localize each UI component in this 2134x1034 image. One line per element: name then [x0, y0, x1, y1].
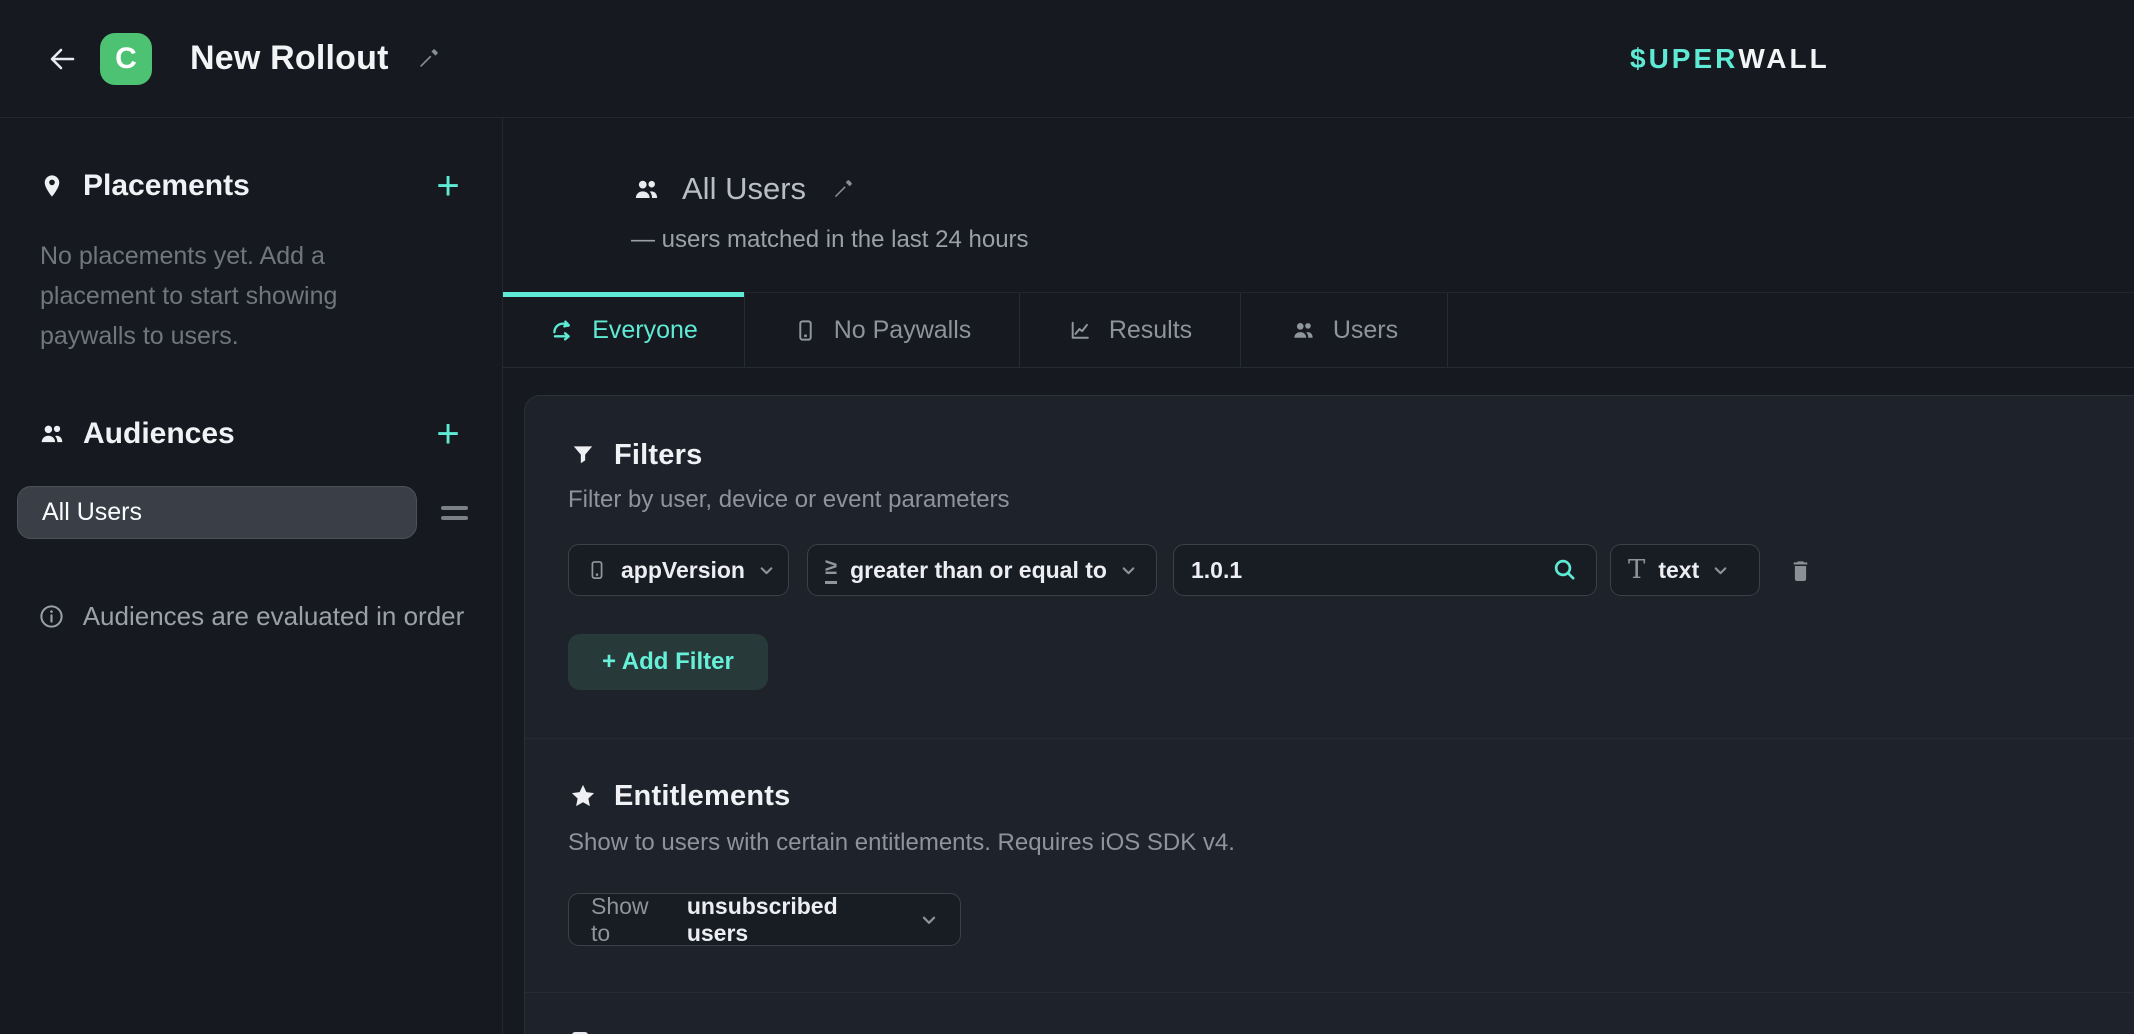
add-audience-button[interactable]: +: [431, 417, 465, 451]
tab-bar: Everyone No Paywalls Results Users: [503, 292, 2134, 368]
filter-property-value: appVersion: [621, 557, 745, 584]
back-arrow-icon: [46, 43, 78, 75]
placements-section: Placements + No placements yet. Add a pl…: [0, 164, 502, 356]
audience-list-item: All Users: [17, 486, 502, 539]
edit-title-icon[interactable]: [415, 46, 441, 72]
entitlements-section: Entitlements Show to users with certain …: [525, 739, 2134, 993]
show-to-value: unsubscribed users: [687, 893, 902, 947]
tab-bar-filler: [1448, 293, 2134, 367]
tab-label: Results: [1109, 316, 1192, 345]
tab-no-paywalls[interactable]: No Paywalls: [745, 293, 1020, 367]
audience-item-label: All Users: [42, 498, 142, 527]
audiences-title: Audiences: [83, 417, 431, 451]
users-icon: [1290, 318, 1317, 343]
add-filter-button[interactable]: + Add Filter: [568, 634, 768, 690]
search-icon: [1551, 556, 1579, 584]
filter-operator-dropdown[interactable]: ≥ greater than or equal to: [807, 544, 1157, 596]
filters-section: Filters Filter by user, device or event …: [525, 396, 2134, 739]
funnel-icon: [568, 442, 598, 468]
tab-users[interactable]: Users: [1241, 293, 1448, 367]
filter-row: appVersion ≥ greater than or equal to: [568, 544, 2094, 596]
app-icon[interactable]: C: [100, 33, 152, 85]
rollout-icon: [549, 317, 576, 344]
filter-value-input[interactable]: [1191, 557, 1511, 584]
filters-subtitle: Filter by user, device or event paramete…: [568, 486, 2094, 514]
audiences-section: Audiences + All Users Audiences are eval…: [0, 412, 502, 632]
audience-title: All Users: [682, 171, 806, 207]
chevron-down-icon: [1120, 562, 1137, 579]
info-icon: [38, 603, 65, 630]
audiences-note: Audiences are evaluated in order: [0, 601, 502, 632]
phone-icon: [793, 318, 818, 343]
star-icon: [568, 782, 598, 810]
main-content: All Users — users matched in the last 24…: [503, 118, 2134, 1034]
back-button[interactable]: [40, 37, 84, 81]
logo-text-white: WALL: [1738, 43, 1829, 75]
sidebar: Placements + No placements yet. Add a pl…: [0, 118, 503, 1034]
next-section-partial: [525, 993, 2134, 1034]
users-icon: [37, 420, 67, 448]
filter-type-value: text: [1658, 557, 1699, 584]
phone-icon: [586, 559, 608, 581]
filter-type-dropdown[interactable]: T text: [1610, 544, 1760, 596]
placements-empty-text: No placements yet. Add a placement to st…: [40, 236, 370, 356]
top-bar: C New Rollout $UPERWALL: [0, 0, 2134, 118]
edit-audience-icon[interactable]: [830, 177, 855, 202]
tab-label: No Paywalls: [834, 316, 972, 345]
logo-text-teal: $UPER: [1630, 43, 1738, 75]
chevron-down-icon: [758, 562, 775, 579]
drag-handle-icon[interactable]: [441, 506, 468, 520]
audience-subtitle: — users matched in the last 24 hours: [567, 226, 2134, 256]
add-placement-button[interactable]: +: [431, 169, 465, 203]
filter-operator-value: greater than or equal to: [850, 557, 1107, 584]
delete-filter-button[interactable]: [1787, 557, 1814, 584]
filters-title: Filters: [614, 439, 702, 472]
show-to-dropdown[interactable]: Show to unsubscribed users: [568, 893, 961, 946]
superwall-logo[interactable]: $UPERWALL: [1630, 0, 1830, 118]
audience-item-all-users[interactable]: All Users: [17, 486, 417, 539]
page-title: New Rollout: [190, 39, 389, 78]
audience-card: Filters Filter by user, device or event …: [524, 395, 2134, 1034]
filter-value-field[interactable]: [1173, 544, 1597, 596]
entitlements-subtitle: Show to users with certain entitlements.…: [568, 829, 2094, 857]
entitlements-title: Entitlements: [614, 780, 790, 813]
audience-users-icon: [631, 175, 662, 204]
chevron-down-icon: [1712, 562, 1729, 579]
chevron-down-icon: [920, 911, 938, 929]
trash-icon: [1787, 557, 1814, 584]
tab-everyone[interactable]: Everyone: [503, 293, 745, 367]
greater-equal-icon: ≥: [825, 556, 837, 584]
filter-property-dropdown[interactable]: appVersion: [568, 544, 789, 596]
tab-results[interactable]: Results: [1020, 293, 1241, 367]
location-pin-icon: [37, 172, 67, 200]
placements-title: Placements: [83, 169, 431, 203]
show-to-label: Show to: [591, 893, 673, 947]
chart-icon: [1068, 318, 1093, 343]
tab-label: Everyone: [592, 316, 698, 345]
app-initial: C: [115, 42, 137, 76]
text-type-icon: T: [1628, 555, 1645, 585]
audiences-note-text: Audiences are evaluated in order: [83, 601, 465, 632]
tab-label: Users: [1333, 316, 1398, 345]
